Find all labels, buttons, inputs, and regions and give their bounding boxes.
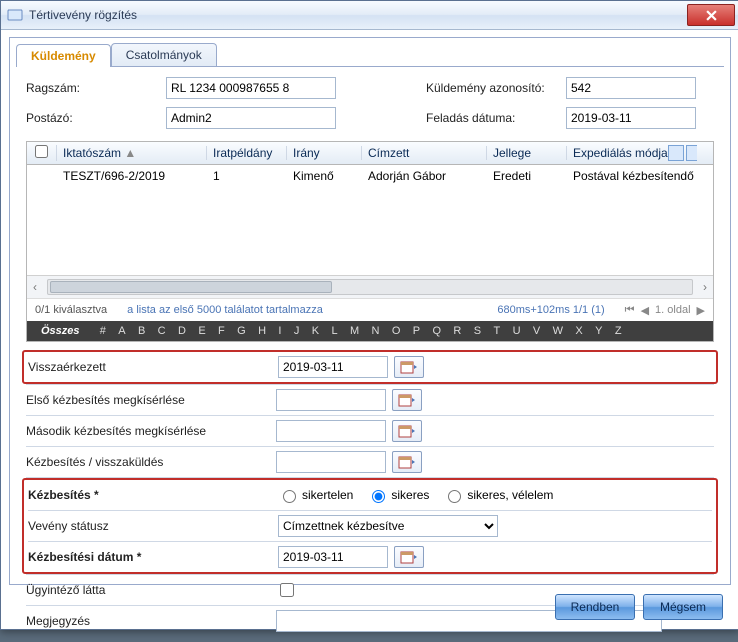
alpha-letter[interactable]: G xyxy=(231,325,252,337)
label-visszakuldes: Kézbesítés / visszaküldés xyxy=(26,455,276,469)
limit-note: a lista az első 5000 találatot tartalmaz… xyxy=(127,304,477,316)
alpha-letter[interactable]: T xyxy=(487,325,506,337)
datepicker-icon[interactable] xyxy=(394,546,424,568)
alpha-letter[interactable]: N xyxy=(365,325,385,337)
input-postazo[interactable] xyxy=(166,107,336,129)
pager-next-icon[interactable]: ▶ xyxy=(697,304,705,317)
input-ragszam[interactable] xyxy=(166,77,336,99)
table-statusbar: 0/1 kiválasztva a lista az első 5000 tal… xyxy=(27,298,713,321)
label-kezbesites: Kézbesítés * xyxy=(28,488,278,502)
label-ragszam: Ragszám: xyxy=(26,81,166,95)
input-visszaerkezett[interactable] xyxy=(278,356,388,378)
tab-kuldemeny[interactable]: Küldemény xyxy=(16,44,111,67)
alpha-letter[interactable]: A xyxy=(112,325,132,337)
alpha-letter[interactable]: Q xyxy=(426,325,447,337)
alpha-letter[interactable]: K xyxy=(306,325,326,337)
tab-csatolmanyok[interactable]: Csatolmányok xyxy=(111,43,217,66)
table-config-icon[interactable] xyxy=(668,145,684,161)
input-visszakuldes[interactable] xyxy=(276,451,386,473)
input-kdatum[interactable] xyxy=(278,546,388,568)
alpha-letter[interactable]: W xyxy=(546,325,569,337)
tabstrip: Küldemény Csatolmányok xyxy=(10,38,730,66)
label-elso: Első kézbesítés megkísérlése xyxy=(26,393,276,407)
scroll-left-icon[interactable]: ‹ xyxy=(27,279,43,295)
titlebar: Tértivevény rögzítés xyxy=(1,1,738,30)
table-body: TESZT/696-2/2019 1 Kimenő Adorján Gábor … xyxy=(27,165,713,275)
alpha-letter[interactable]: R xyxy=(447,325,467,337)
alpha-letter[interactable]: Z xyxy=(609,325,628,337)
alpha-all[interactable]: Összes xyxy=(27,325,94,337)
col-iktatoszam[interactable]: Iktatószám ▲ xyxy=(57,146,207,160)
col-exped[interactable]: Expediálás módja xyxy=(567,145,697,161)
label-veveny: Vevény státusz xyxy=(28,519,278,533)
pager-prev-icon[interactable]: ◀ xyxy=(641,304,649,317)
table-header: Iktatószám ▲ Iratpéldány Irány Címzett J… xyxy=(27,142,713,165)
label-azonosito: Küldemény azonosító: xyxy=(426,81,566,95)
input-masodik[interactable] xyxy=(276,420,386,442)
highlight-visszaerkezett: Visszaérkezett xyxy=(22,350,718,384)
window-title: Tértivevény rögzítés xyxy=(29,8,687,22)
alpha-letter[interactable]: J xyxy=(288,325,306,337)
highlight-kezbesites: Kézbesítés * sikertelen sikeres sikeres,… xyxy=(22,478,718,574)
dialog-window: Tértivevény rögzítés Küldemény Csatolmán… xyxy=(0,0,738,630)
select-veveny-status[interactable]: Címzettnek kézbesítve xyxy=(278,515,498,537)
alpha-letter[interactable]: I xyxy=(272,325,287,337)
label-visszaerkezett: Visszaérkezett xyxy=(28,360,278,374)
alpha-letter[interactable]: O xyxy=(386,325,407,337)
alpha-letter[interactable]: C xyxy=(151,325,171,337)
alpha-filter: Összes #ABCDEFGHIJKLMNOPQRSTUVWXYZ xyxy=(27,321,713,341)
table-row[interactable]: TESZT/696-2/2019 1 Kimenő Adorján Gábor … xyxy=(27,165,713,187)
alpha-letter[interactable]: # xyxy=(94,325,113,337)
alpha-letter[interactable]: F xyxy=(212,325,231,337)
radio-sikeres[interactable] xyxy=(372,490,385,503)
label-masodik: Második kézbesítés megkísérlése xyxy=(26,424,276,438)
radio-group-kezbesites: sikertelen sikeres sikeres, vélelem xyxy=(278,487,712,503)
alpha-letter[interactable]: Y xyxy=(589,325,609,337)
datepicker-icon[interactable] xyxy=(392,420,422,442)
alpha-letter[interactable]: D xyxy=(172,325,192,337)
dialog-body: Küldemény Csatolmányok Ragszám: Küldemén… xyxy=(9,37,731,585)
alpha-letter[interactable]: X xyxy=(569,325,589,337)
ok-button[interactable]: Rendben xyxy=(555,594,635,620)
alpha-letter[interactable]: M xyxy=(344,325,366,337)
header-form: Ragszám: Küldemény azonosító: Postázó: F… xyxy=(26,77,714,129)
data-table: Iktatószám ▲ Iratpéldány Irány Címzett J… xyxy=(26,141,714,342)
alpha-letter[interactable]: H xyxy=(252,325,272,337)
alpha-letter[interactable]: U xyxy=(506,325,526,337)
input-azonosito[interactable] xyxy=(566,77,696,99)
pager: ⏮ ◀ 1. oldal ▶ xyxy=(625,304,705,317)
datepicker-icon[interactable] xyxy=(392,389,422,411)
alpha-letter[interactable]: P xyxy=(407,325,427,337)
scroll-right-icon[interactable]: › xyxy=(697,279,713,295)
input-elso[interactable] xyxy=(276,389,386,411)
dialog-footer: Rendben Mégsem xyxy=(9,591,731,623)
table-columns-icon[interactable] xyxy=(686,145,697,161)
col-jellege[interactable]: Jellege xyxy=(487,146,567,160)
tab-content: Ragszám: Küldemény azonosító: Postázó: F… xyxy=(10,67,730,642)
datepicker-icon[interactable] xyxy=(394,356,424,378)
alpha-letter[interactable]: E xyxy=(192,325,212,337)
close-button[interactable] xyxy=(687,4,735,26)
horizontal-scrollbar[interactable]: ‹ › xyxy=(27,275,713,298)
pager-first-icon[interactable]: ⏮ xyxy=(625,304,635,317)
alpha-letter[interactable]: L xyxy=(325,325,344,337)
timing-info: 680ms+102ms 1/1 (1) xyxy=(497,304,604,316)
label-postazo: Postázó: xyxy=(26,111,166,125)
input-feladas[interactable] xyxy=(566,107,696,129)
selection-count: 0/1 kiválasztva xyxy=(35,304,107,316)
alpha-letter[interactable]: S xyxy=(468,325,488,337)
label-kdatum: Kézbesítési dátum * xyxy=(28,550,278,564)
col-irany[interactable]: Irány xyxy=(287,146,362,160)
cancel-button[interactable]: Mégsem xyxy=(643,594,723,620)
col-cimzett[interactable]: Címzett xyxy=(362,146,487,160)
app-icon xyxy=(7,7,23,23)
label-feladas: Feladás dátuma: xyxy=(426,111,566,125)
col-iratpeldany[interactable]: Iratpéldány xyxy=(207,146,287,160)
select-all-checkbox[interactable] xyxy=(35,145,48,158)
datepicker-icon[interactable] xyxy=(392,451,422,473)
radio-sikertelen[interactable] xyxy=(283,490,296,503)
alpha-letter[interactable]: V xyxy=(527,325,547,337)
alpha-letter[interactable]: B xyxy=(132,325,152,337)
radio-velelem[interactable] xyxy=(448,490,461,503)
